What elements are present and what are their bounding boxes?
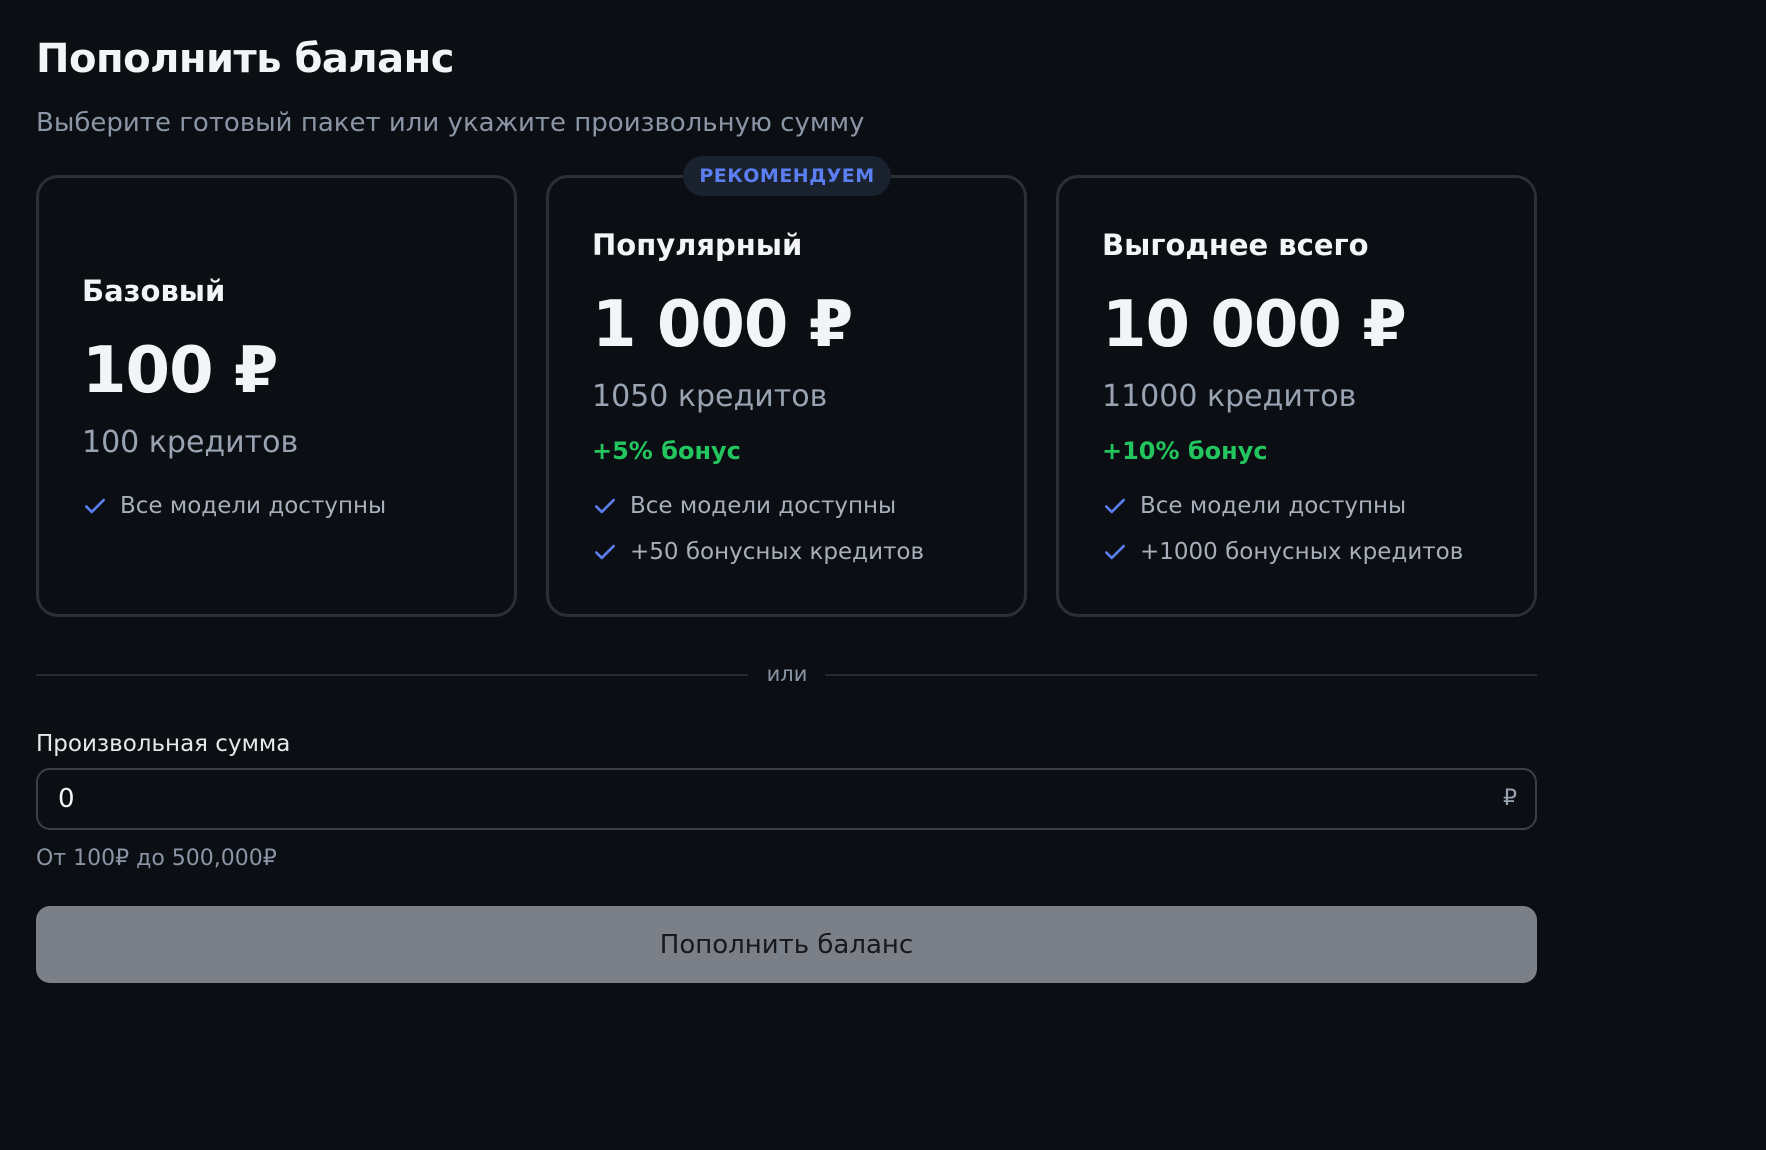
feature-item: +50 бонусных кредитов — [592, 539, 924, 565]
package-price: 1 000 ₽ — [592, 288, 853, 362]
feature-text: Все модели доступны — [630, 493, 897, 519]
feature-item: +1000 бонусных кредитов — [1102, 539, 1463, 565]
recommended-badge: РЕКОМЕНДУЕМ — [683, 156, 891, 196]
package-name: Выгоднее всего — [1102, 228, 1369, 262]
package-name: Базовый — [82, 274, 226, 308]
package-credits: 100 кредитов — [82, 425, 299, 460]
package-price: 10 000 ₽ — [1102, 288, 1407, 362]
check-icon — [85, 498, 105, 514]
amount-range-hint: От 100₽ до 500,000₽ — [36, 846, 277, 871]
custom-amount-input[interactable] — [58, 770, 1458, 828]
feature-text: +1000 бонусных кредитов — [1140, 539, 1464, 565]
feature-text: Все модели доступны — [1140, 493, 1407, 519]
package-name: Популярный — [592, 228, 803, 262]
custom-amount-label: Произвольная сумма — [36, 731, 291, 757]
check-icon — [595, 498, 615, 514]
divider-line — [36, 674, 748, 676]
custom-amount-field[interactable]: ₽ — [36, 768, 1537, 830]
package-bonus: +10% бонус — [1102, 437, 1268, 465]
feature-item: Все модели доступны — [82, 493, 386, 519]
feature-text: +50 бонусных кредитов — [630, 539, 925, 565]
check-icon — [595, 544, 615, 560]
top-up-page: Пополнить баланс Выберите готовый пакет … — [0, 0, 1568, 1021]
page-subtitle: Выберите готовый пакет или укажите произ… — [36, 108, 865, 138]
package-price: 100 ₽ — [82, 334, 278, 408]
check-icon — [1105, 544, 1125, 560]
feature-item: Все модели доступны — [592, 493, 896, 519]
divider-line — [825, 674, 1537, 676]
page-title: Пополнить баланс — [36, 36, 455, 82]
package-credits: 11000 кредитов — [1102, 379, 1357, 414]
top-up-button[interactable]: Пополнить баланс — [36, 906, 1537, 983]
feature-text: Все модели доступны — [120, 493, 387, 519]
package-bonus: +5% бонус — [592, 437, 741, 465]
or-label: или — [766, 662, 808, 686]
package-credits: 1050 кредитов — [592, 379, 828, 414]
feature-item: Все модели доступны — [1102, 493, 1406, 519]
check-icon — [1105, 498, 1125, 514]
currency-suffix: ₽ — [1503, 786, 1517, 811]
